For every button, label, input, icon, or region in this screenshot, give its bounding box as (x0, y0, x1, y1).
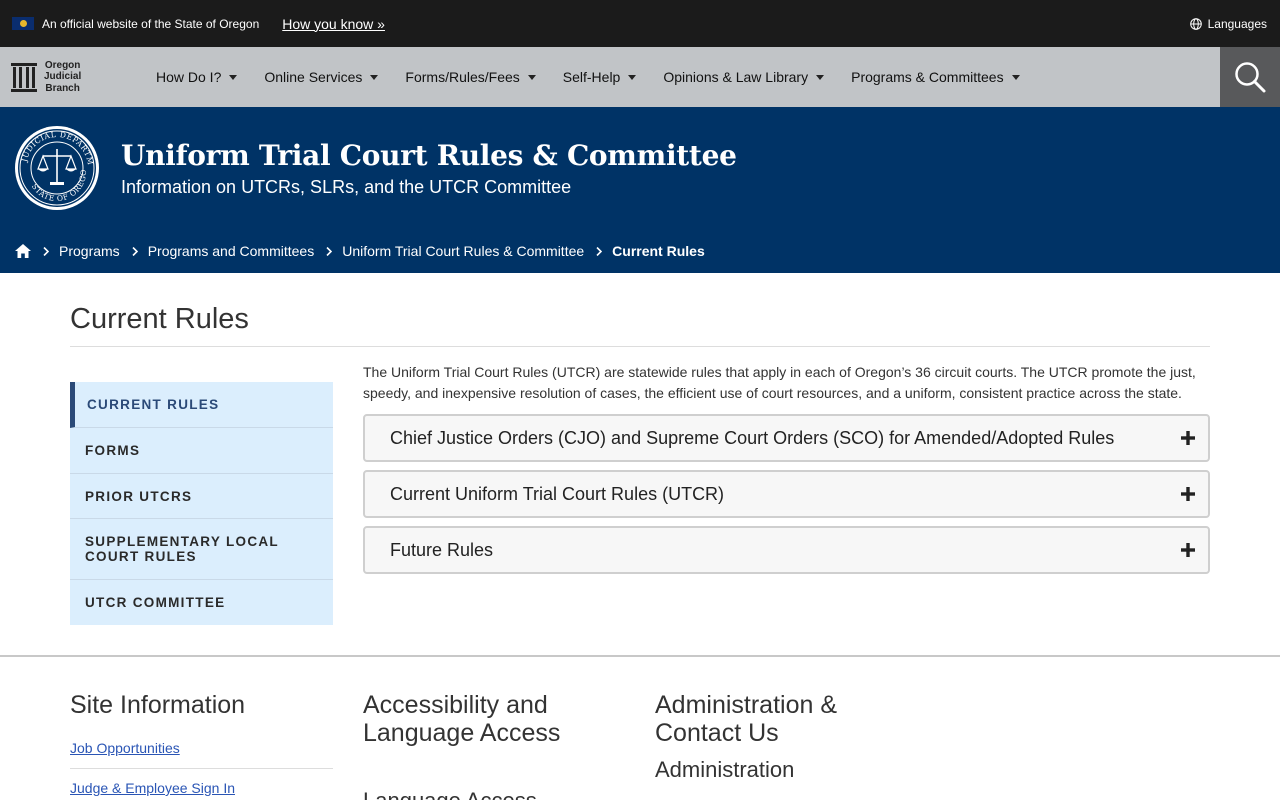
footer-administration-subheading: Administration (655, 757, 795, 782)
plus-icon (1181, 543, 1195, 557)
caret-down-icon (370, 74, 379, 80)
chevron-right-icon (43, 246, 49, 256)
search-icon (1235, 62, 1266, 93)
nav-opinions-law-library[interactable]: Opinions & Law Library (663, 69, 825, 85)
home-icon[interactable] (15, 244, 31, 258)
how-you-know-link[interactable]: How you know » (282, 16, 385, 32)
footer-link-judge-employee-sign-in[interactable]: Judge & Employee Sign In (70, 780, 235, 796)
side-menu-current-rules[interactable]: Current Rules (70, 382, 333, 428)
accordion-label: Current Uniform Trial Court Rules (UTCR) (390, 483, 725, 504)
chevron-right-icon (326, 246, 333, 256)
accordion-cjo-sco-orders[interactable]: Chief Justice Orders (CJO) and Supreme C… (363, 414, 1210, 462)
chevron-right-icon (596, 246, 603, 256)
official-banner: An official website of the State of Oreg… (0, 0, 1280, 47)
intro-paragraph: The Uniform Trial Court Rules (UTCR) are… (363, 364, 1196, 401)
accordion-future-rules[interactable]: Future Rules (363, 526, 1210, 574)
accordion-label: Future Rules (390, 539, 494, 560)
footer-link-job-opportunities[interactable]: Job Opportunities (70, 740, 180, 756)
side-menu-prior-utcrs[interactable]: Prior UTCRs (70, 474, 333, 519)
caret-down-icon (1011, 74, 1020, 80)
nav-programs-committees[interactable]: Programs & Committees (851, 69, 1020, 85)
page-hero: JUDICIAL DEPARTMENT STATE OF OREGON Unif… (0, 107, 1280, 273)
caret-down-icon (229, 74, 238, 80)
hero-subtitle: Information on UTCRs, SLRs, and the UTCR… (121, 177, 572, 197)
oregon-flag-icon (12, 17, 34, 30)
side-menu-supplementary-local-court-rules[interactable]: Supplementary Local Court Rules (70, 519, 333, 580)
main-nav: Oregon Judicial Branch How Do I? Online … (0, 47, 1280, 107)
nav-self-help[interactable]: Self-Help (563, 69, 637, 85)
breadcrumb: Programs Programs and Committees Uniform… (15, 243, 705, 259)
chevron-right-icon (132, 246, 138, 256)
plus-icon (1181, 487, 1195, 501)
nav-online-services[interactable]: Online Services (264, 69, 379, 85)
judicial-department-seal-icon: JUDICIAL DEPARTMENT STATE OF OREGON (14, 125, 99, 210)
ojb-logo-text: Oregon Judicial Branch (44, 59, 82, 94)
footer-language-access-subheading: Language Access (363, 788, 537, 800)
plus-icon (1181, 431, 1195, 445)
breadcrumb-programs-and-committees[interactable]: Programs and Committees (148, 243, 315, 259)
page-title: Current Rules (70, 303, 249, 335)
nav-how-do-i[interactable]: How Do I? (156, 69, 238, 85)
official-site-text: An official website of the State of Oreg… (42, 16, 260, 31)
hero-title: Uniform Trial Court Rules & Committee (121, 139, 737, 172)
breadcrumb-utcr-committee[interactable]: Uniform Trial Court Rules & Committee (342, 243, 584, 259)
footer-divider (0, 655, 1280, 657)
footer-accessibility-heading: Accessibility and Language Access (363, 691, 561, 747)
side-menu-utcr-committee[interactable]: UTCR Committee (70, 580, 333, 625)
side-menu-forms[interactable]: Forms (70, 428, 333, 474)
languages-label: Languages (1207, 16, 1267, 31)
caret-down-icon (816, 74, 825, 80)
ojb-logo[interactable]: Oregon Judicial Branch (0, 60, 126, 95)
caret-down-icon (628, 74, 637, 80)
breadcrumb-current: Current Rules (612, 243, 705, 259)
accordion-label: Chief Justice Orders (CJO) and Supreme C… (390, 427, 1115, 448)
courthouse-pillar-icon (11, 63, 37, 92)
breadcrumb-programs[interactable]: Programs (59, 243, 120, 259)
footer-site-information-heading: Site Information (70, 691, 246, 719)
footer-administration-heading: Administration & Contact Us (655, 691, 838, 747)
search-button[interactable] (1220, 47, 1280, 107)
title-divider (70, 346, 1210, 347)
languages-button[interactable]: Languages (1189, 0, 1267, 47)
nav-forms-rules-fees[interactable]: Forms/Rules/Fees (405, 69, 536, 85)
accordion-current-utcr[interactable]: Current Uniform Trial Court Rules (UTCR) (363, 470, 1210, 518)
footer-link-divider (70, 768, 333, 769)
globe-icon (1189, 17, 1202, 30)
side-menu: Current Rules Forms Prior UTCRs Suppleme… (70, 382, 333, 625)
caret-down-icon (527, 74, 536, 80)
